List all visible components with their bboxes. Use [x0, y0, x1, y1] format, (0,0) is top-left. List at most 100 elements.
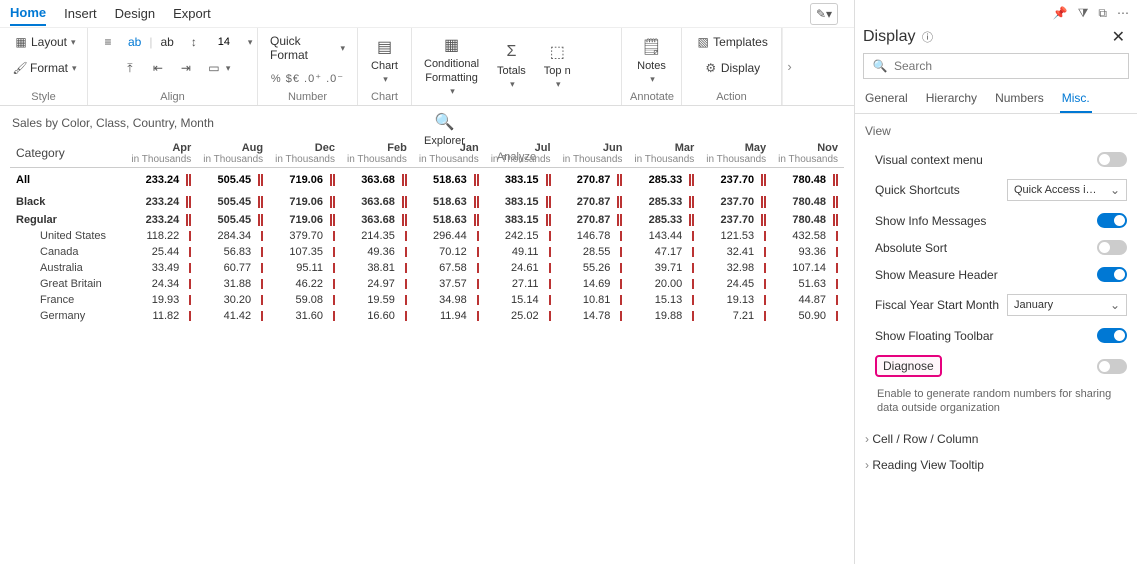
- group-align-label: Align: [96, 89, 249, 103]
- cell-value: 143.44: [628, 228, 700, 244]
- popout-icon[interactable]: ⧉: [1098, 6, 1107, 21]
- cell-value: 233.24: [125, 212, 197, 228]
- tab-export[interactable]: Export: [173, 2, 211, 25]
- rotate-ab-button[interactable]: ab: [156, 33, 177, 51]
- layout-button[interactable]: ▦Layout: [9, 32, 80, 52]
- chart-bar-icon: ▤: [374, 36, 396, 58]
- cell-value: 379.70: [269, 228, 341, 244]
- panel-tab-misc[interactable]: Misc.: [1060, 85, 1092, 113]
- display-button[interactable]: ⚙Display: [699, 58, 764, 78]
- panel-search[interactable]: 🔍: [863, 53, 1129, 79]
- cell-value: 32.41: [700, 244, 772, 260]
- align-top-button[interactable]: ⤒: [118, 58, 142, 78]
- indent-increase-button[interactable]: ⇥: [174, 58, 198, 78]
- toggle-measure-header[interactable]: [1097, 267, 1127, 282]
- opt-floating-toolbar-label: Show Floating Toolbar: [875, 329, 994, 343]
- tab-design[interactable]: Design: [115, 2, 155, 25]
- col-may[interactable]: Mayin Thousands: [700, 136, 772, 168]
- cell-value: 284.34: [197, 228, 269, 244]
- cell-value: 34.98: [413, 292, 485, 308]
- table-row[interactable]: Regular233.24505.45719.06363.68518.63383…: [10, 212, 844, 228]
- more-icon[interactable]: ⋯: [1117, 6, 1129, 21]
- panel-tab-hierarchy[interactable]: Hierarchy: [924, 85, 979, 113]
- col-mar[interactable]: Marin Thousands: [628, 136, 700, 168]
- font-size-input[interactable]: [210, 33, 238, 51]
- col-jan[interactable]: Janin Thousands: [413, 136, 485, 168]
- pin-icon[interactable]: 📌: [1053, 6, 1068, 21]
- cell-value: 505.45: [197, 192, 269, 212]
- section-cell-row-column[interactable]: Cell / Row / Column: [865, 426, 1127, 452]
- cell-value: 237.70: [700, 168, 772, 193]
- toggle-floating-toolbar[interactable]: [1097, 328, 1127, 343]
- conditional-formatting-button[interactable]: ▦ConditionalFormatting: [420, 32, 483, 99]
- cell-value: 780.48: [772, 212, 844, 228]
- chart-button[interactable]: ▤ Chart: [367, 34, 402, 87]
- col-feb[interactable]: Febin Thousands: [341, 136, 413, 168]
- info-icon[interactable]: ⓘ: [919, 29, 935, 45]
- close-panel-button[interactable]: ✕: [1108, 27, 1129, 47]
- table-row[interactable]: Germany11.8241.4231.6016.6011.9425.0214.…: [10, 308, 844, 324]
- tab-insert[interactable]: Insert: [64, 2, 97, 25]
- notes-button[interactable]: 🗒Notes: [633, 34, 670, 87]
- panel-tab-general[interactable]: General: [863, 85, 910, 113]
- table-row[interactable]: United States118.22284.34379.70214.35296…: [10, 228, 844, 244]
- line-spacing-button[interactable]: ↕: [182, 32, 206, 52]
- cell-value: 383.15: [485, 192, 557, 212]
- toggle-absolute-sort[interactable]: [1097, 240, 1127, 255]
- totals-button[interactable]: ΣTotals: [493, 39, 530, 92]
- col-jun[interactable]: Junin Thousands: [557, 136, 629, 168]
- select-quick-shortcuts[interactable]: Quick Access i…: [1007, 179, 1127, 201]
- number-symbols[interactable]: % $€ .0⁺ .0⁻: [267, 70, 348, 87]
- table-row[interactable]: Black233.24505.45719.06363.68518.63383.1…: [10, 192, 844, 212]
- cell-value: 51.63: [772, 276, 844, 292]
- col-apr[interactable]: Aprin Thousands: [125, 136, 197, 168]
- quick-format-button[interactable]: Quick Format: [266, 32, 349, 64]
- cell-value: 19.13: [700, 292, 772, 308]
- ribbon-overflow-button[interactable]: ›: [782, 28, 796, 105]
- cell-value: 24.97: [341, 276, 413, 292]
- row-label: United States: [10, 228, 125, 244]
- data-table-scroll[interactable]: CategoryAprin ThousandsAugin ThousandsDe…: [0, 136, 854, 564]
- cell-value: 55.26: [557, 260, 629, 276]
- table-row[interactable]: All233.24505.45719.06363.68518.63383.152…: [10, 168, 844, 193]
- visual-header-button[interactable]: ✎▾: [810, 3, 838, 25]
- table-row[interactable]: Great Britain24.3431.8846.2224.9737.5727…: [10, 276, 844, 292]
- format-button[interactable]: 🖌Format: [8, 58, 81, 78]
- cell-value: 67.58: [413, 260, 485, 276]
- col-dec[interactable]: Decin Thousands: [269, 136, 341, 168]
- cell-value: 518.63: [413, 212, 485, 228]
- col-jul[interactable]: Julin Thousands: [485, 136, 557, 168]
- align-left-button[interactable]: ≡: [96, 32, 120, 52]
- col-nov[interactable]: Novin Thousands: [772, 136, 844, 168]
- cell-value: 505.45: [197, 212, 269, 228]
- row-label: Australia: [10, 260, 125, 276]
- wrap-ab-button[interactable]: ab: [124, 33, 145, 51]
- templates-button[interactable]: ▧Templates: [691, 32, 772, 52]
- table-row[interactable]: Australia33.4960.7795.1138.8167.5824.615…: [10, 260, 844, 276]
- cell-value: 237.70: [700, 192, 772, 212]
- cell-value: 39.71: [628, 260, 700, 276]
- border-button[interactable]: ▭: [202, 58, 235, 78]
- cell-value: 121.53: [700, 228, 772, 244]
- cell-value: 30.20: [197, 292, 269, 308]
- table-row[interactable]: Canada25.4456.83107.3549.3670.1249.1128.…: [10, 244, 844, 260]
- panel-search-input[interactable]: [894, 59, 1120, 73]
- cell-value: 50.90: [772, 308, 844, 324]
- cell-value: 146.78: [557, 228, 629, 244]
- filter-icon[interactable]: ⧩: [1078, 6, 1089, 21]
- toggle-show-info[interactable]: [1097, 213, 1127, 228]
- tab-home[interactable]: Home: [10, 1, 46, 26]
- toggle-diagnose[interactable]: [1097, 359, 1127, 374]
- layout-icon: ▦: [13, 34, 29, 50]
- row-label: Black: [10, 192, 125, 212]
- cell-value: 719.06: [269, 212, 341, 228]
- toggle-visual-context[interactable]: [1097, 152, 1127, 167]
- topn-button[interactable]: ⬚Top n: [540, 39, 575, 92]
- select-fiscal-year[interactable]: January: [1007, 294, 1127, 316]
- table-row[interactable]: France19.9330.2059.0819.5934.9815.1410.8…: [10, 292, 844, 308]
- font-size-dropdown[interactable]: [242, 35, 257, 50]
- col-aug[interactable]: Augin Thousands: [197, 136, 269, 168]
- panel-tab-numbers[interactable]: Numbers: [993, 85, 1046, 113]
- section-reading-view-tooltip[interactable]: Reading View Tooltip: [865, 452, 1127, 478]
- indent-decrease-button[interactable]: ⇤: [146, 58, 170, 78]
